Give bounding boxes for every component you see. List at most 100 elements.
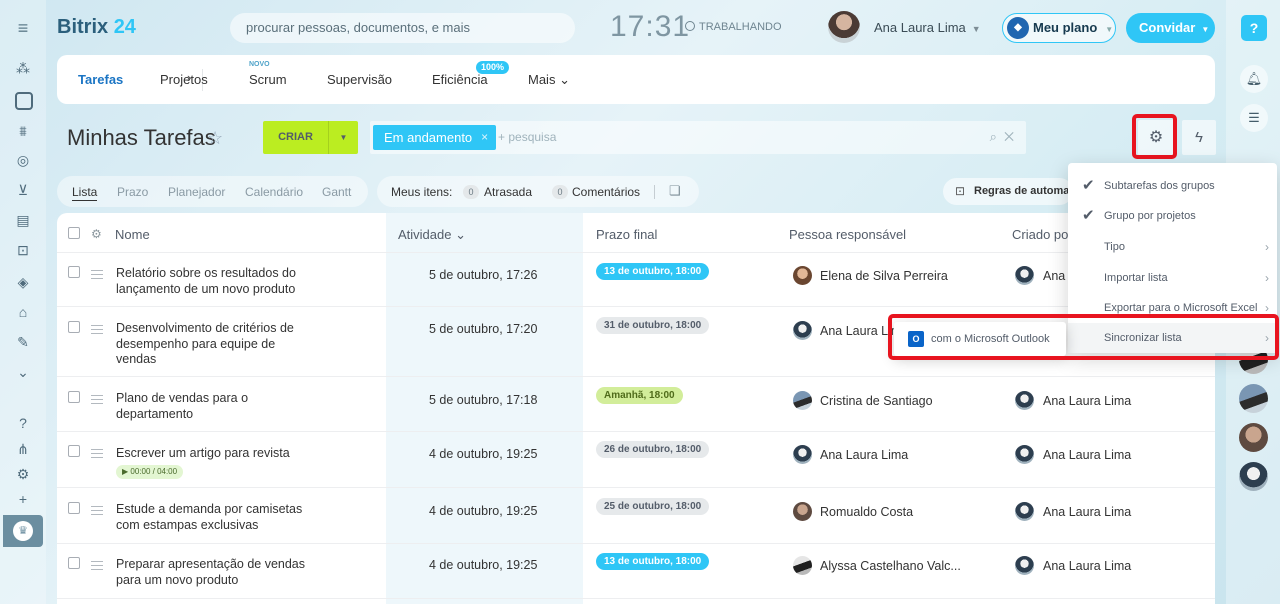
- contact-card-icon[interactable]: ▤: [13, 210, 33, 230]
- menu-item-subtarefas[interactable]: ✔ Subtarefas dos grupos: [1068, 171, 1277, 201]
- row-checkbox[interactable]: [68, 445, 80, 457]
- column-header-atividade[interactable]: Atividade ⌄: [398, 227, 466, 243]
- more-down-icon[interactable]: ⌄: [13, 362, 33, 382]
- add-icon[interactable]: +: [13, 489, 33, 509]
- deadline-badge[interactable]: 13 de outubro, 18:00: [596, 553, 710, 570]
- contact-avatar[interactable]: [1239, 462, 1268, 491]
- creator-name[interactable]: Ana Laura Lima: [1043, 505, 1131, 519]
- crown-icon[interactable]: ♛: [13, 521, 33, 541]
- box-icon[interactable]: ◈: [13, 272, 33, 292]
- view-tab-planejador[interactable]: Planejador: [168, 185, 225, 199]
- star-icon[interactable]: ☆: [207, 128, 223, 149]
- chat-bubble-icon[interactable]: ❏: [669, 183, 681, 199]
- overdue-count[interactable]: 0: [463, 185, 479, 199]
- responsible-name[interactable]: Alyssa Castelhano Valc...: [820, 559, 961, 573]
- tab-supervisao[interactable]: Supervisão: [327, 72, 392, 87]
- avatar[interactable]: [793, 391, 812, 410]
- column-header-nome[interactable]: Nome: [115, 227, 150, 242]
- avatar[interactable]: [793, 556, 812, 575]
- column-header-responsavel[interactable]: Pessoa responsável: [789, 227, 906, 242]
- create-button[interactable]: CRIAR ▼: [263, 121, 358, 154]
- responsible-name[interactable]: Ana Laura Lima: [820, 448, 908, 462]
- menu-icon[interactable]: ≡: [13, 18, 33, 38]
- tab-projetos[interactable]: Projetos: [160, 72, 208, 87]
- task-title[interactable]: Desenvolvimento de critérios de desempen…: [116, 321, 316, 368]
- column-header-criado-por[interactable]: Criado por: [1012, 227, 1073, 242]
- deadline-badge[interactable]: 31 de outubro, 18:00: [596, 317, 710, 334]
- target-icon[interactable]: ◎: [13, 150, 33, 170]
- column-header-prazo[interactable]: Prazo final: [596, 227, 657, 242]
- row-checkbox[interactable]: [68, 391, 80, 403]
- responsible-name[interactable]: Romualdo Costa: [820, 505, 913, 519]
- bank-icon[interactable]: ⌂: [13, 302, 33, 322]
- row-checkbox[interactable]: [68, 502, 80, 514]
- drag-handle-icon[interactable]: [91, 325, 103, 334]
- avatar[interactable]: [793, 445, 812, 464]
- task-title[interactable]: Preparar apresentação de vendas para um …: [116, 557, 316, 588]
- deadline-badge[interactable]: Amanhã, 18:00: [596, 387, 683, 404]
- menu-item-grupo-projetos[interactable]: ✔ Grupo por projetos: [1068, 201, 1277, 231]
- avatar[interactable]: [1015, 445, 1034, 464]
- avatar[interactable]: [1015, 266, 1034, 285]
- creator-name[interactable]: Ana Laura Lima: [1043, 448, 1131, 462]
- tab-scrum[interactable]: Scrum: [249, 72, 287, 87]
- task-title[interactable]: Plano de vendas para o departamento: [116, 391, 316, 422]
- tab-eficiencia[interactable]: Eficiência: [432, 72, 488, 87]
- comments-label[interactable]: Comentários: [572, 185, 640, 199]
- creator-name[interactable]: Ana Laura Lima: [1043, 559, 1131, 573]
- task-title[interactable]: Relatório sobre os resultados do lançame…: [116, 266, 316, 297]
- responsible-name[interactable]: Elena de Silva Perreira: [820, 269, 948, 283]
- drag-handle-icon[interactable]: [91, 561, 103, 570]
- responsible-name[interactable]: Cristina de Santiago: [820, 394, 933, 408]
- close-icon[interactable]: ×: [481, 125, 488, 150]
- help-circle-icon[interactable]: ?: [13, 413, 33, 433]
- drag-handle-icon[interactable]: [91, 395, 103, 404]
- bell-icon[interactable]: 🔔︎: [1240, 65, 1268, 93]
- avatar[interactable]: [793, 502, 812, 521]
- menu-item-importar[interactable]: Importar lista ›: [1068, 263, 1277, 293]
- deadline-badge[interactable]: 25 de outubro, 18:00: [596, 498, 710, 515]
- row-checkbox[interactable]: [68, 321, 80, 333]
- sign-icon[interactable]: ✎: [13, 332, 33, 352]
- deadline-badge[interactable]: 13 de outubro, 18:00: [596, 263, 710, 280]
- settings-small-icon[interactable]: ⚙: [13, 464, 33, 484]
- task-title[interactable]: Estude a demanda por camisetas com estam…: [116, 502, 316, 533]
- view-tab-lista[interactable]: Lista: [72, 185, 98, 201]
- global-search-input[interactable]: procurar pessoas, documentos, e mais: [230, 13, 575, 43]
- overdue-label[interactable]: Atrasada: [484, 185, 532, 199]
- feed-icon[interactable]: ⁂: [13, 58, 33, 78]
- avatar[interactable]: [828, 11, 860, 43]
- close-icon[interactable]: ✕: [1004, 129, 1014, 144]
- comments-count[interactable]: 0: [552, 185, 568, 199]
- view-tab-gantt[interactable]: Gantt: [322, 185, 351, 199]
- help-button[interactable]: ?: [1241, 15, 1267, 41]
- avatar[interactable]: [1015, 556, 1034, 575]
- robots-button[interactable]: ϟ: [1182, 120, 1216, 155]
- task-title[interactable]: Escrever um artigo para revista: [116, 446, 316, 462]
- search-clear-icons[interactable]: ⌕ ✕: [990, 129, 1014, 145]
- avatar[interactable]: [1015, 391, 1034, 410]
- drag-handle-icon[interactable]: [91, 270, 103, 279]
- audio-player[interactable]: ▶ 00:00 / 04:00: [116, 465, 184, 479]
- avatar[interactable]: [1015, 502, 1034, 521]
- user-menu[interactable]: Ana Laura Lima ▼: [874, 20, 981, 35]
- row-checkbox[interactable]: [68, 557, 80, 569]
- contact-avatar[interactable]: [1239, 423, 1268, 452]
- plan-button[interactable]: ◆ Meu plano ▼: [1002, 13, 1116, 43]
- avatar[interactable]: [793, 266, 812, 285]
- invite-button[interactable]: Convidar ▼: [1126, 13, 1215, 43]
- avatar[interactable]: [793, 321, 812, 340]
- drag-handle-icon[interactable]: [91, 449, 103, 458]
- chat-icon[interactable]: ☰: [1240, 104, 1268, 132]
- filter-icon[interactable]: ⩩: [13, 121, 33, 141]
- structure-icon[interactable]: ⋔: [13, 439, 33, 459]
- robot-icon[interactable]: ⊡: [13, 240, 33, 260]
- work-status[interactable]: TRABALHANDO: [685, 21, 782, 33]
- app-logo[interactable]: Bitrix 24: [57, 16, 136, 39]
- contact-avatar[interactable]: [1239, 384, 1268, 413]
- chevron-down-icon[interactable]: ▼: [329, 121, 358, 154]
- automation-rules-button[interactable]: ⊡Regras de automação: [943, 178, 1073, 205]
- creator-name[interactable]: Ana Laura Lima: [1043, 394, 1131, 408]
- filter-chip[interactable]: Em andamento ×: [373, 125, 497, 150]
- create-label[interactable]: CRIAR: [263, 121, 328, 154]
